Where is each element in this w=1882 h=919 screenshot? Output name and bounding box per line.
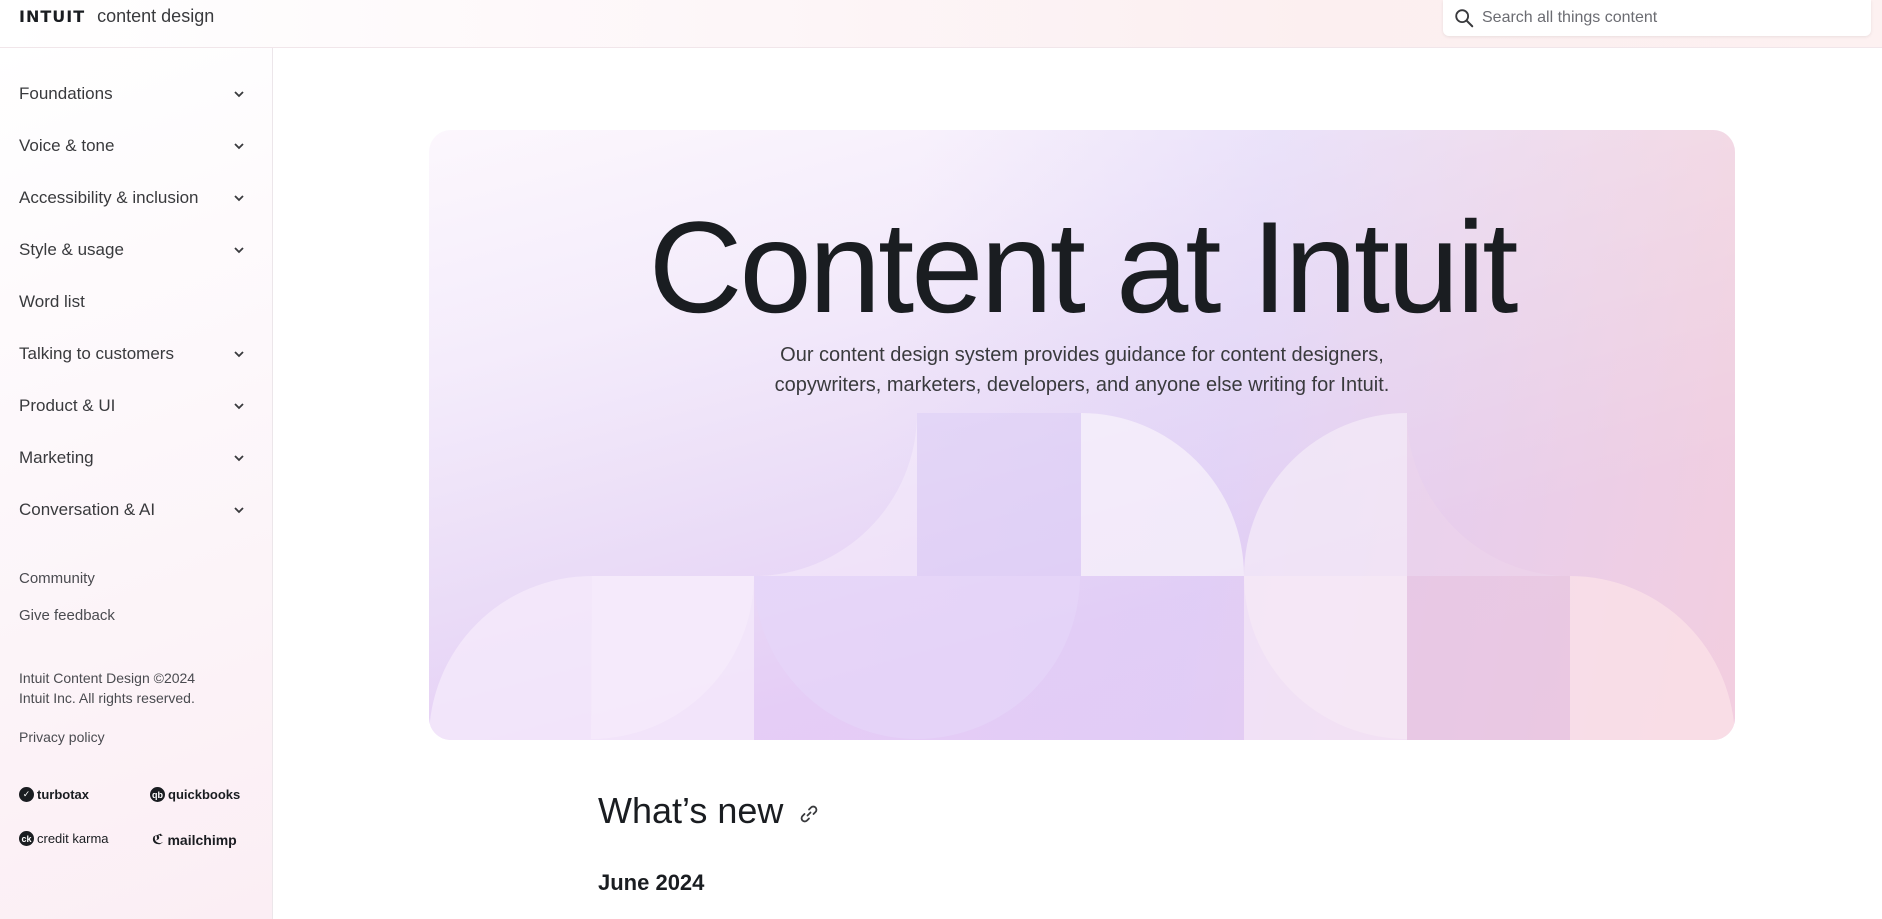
sidebar-item-talking-to-customers[interactable]: Talking to customers: [0, 328, 273, 380]
chevron-down-icon[interactable]: [232, 139, 246, 153]
hero-title: Content at Intuit: [648, 194, 1519, 340]
section-title: What’s new: [598, 790, 784, 831]
turbotax-logo[interactable]: ✓ turbotax: [19, 787, 89, 802]
sidebar-item-conversation-ai[interactable]: Conversation & AI: [0, 484, 273, 536]
chevron-down-icon[interactable]: [232, 191, 246, 205]
sidebar-links: Community Give feedback: [19, 570, 115, 644]
copyright-line-2: Intuit Inc. All rights reserved.: [19, 690, 195, 706]
mailchimp-logo[interactable]: ℭ mailchimp: [152, 831, 237, 848]
search-input[interactable]: [1482, 9, 1862, 27]
whats-new-heading: What’s new: [598, 790, 819, 832]
copyright: Intuit Content Design ©2024 Intuit Inc. …: [19, 668, 195, 708]
credit-karma-icon: ck: [19, 831, 34, 846]
sidebar-item-label: Voice & tone: [19, 136, 115, 155]
chevron-down-icon[interactable]: [232, 399, 246, 413]
sidebar-item-label: Talking to customers: [19, 344, 174, 363]
chevron-down-icon[interactable]: [232, 243, 246, 257]
search-icon: [1455, 9, 1474, 28]
top-bar: INTUIT content design: [0, 0, 1882, 48]
mailchimp-label: mailchimp: [167, 831, 237, 848]
brand[interactable]: INTUIT content design: [19, 6, 214, 27]
sidebar-item-product-ui[interactable]: Product & UI: [0, 380, 273, 432]
sidebar-item-marketing[interactable]: Marketing: [0, 432, 273, 484]
sidebar-item-label: Marketing: [19, 448, 94, 467]
sidebar-item-label: Style & usage: [19, 240, 124, 259]
sidebar-nav: Foundations Voice & tone Accessibility &…: [0, 68, 273, 536]
chevron-down-icon[interactable]: [232, 347, 246, 361]
credit-karma-label: credit karma: [37, 831, 109, 846]
site-subtitle[interactable]: content design: [97, 6, 214, 27]
community-link[interactable]: Community: [19, 570, 115, 607]
intuit-logo[interactable]: INTUIT: [19, 7, 85, 26]
give-feedback-link[interactable]: Give feedback: [19, 607, 115, 644]
sidebar-item-foundations[interactable]: Foundations: [0, 68, 273, 120]
sidebar-item-voice-tone[interactable]: Voice & tone: [0, 120, 273, 172]
chevron-down-icon[interactable]: [232, 87, 246, 101]
sidebar-item-label: Word list: [19, 292, 85, 311]
sidebar-item-label: Conversation & AI: [19, 500, 156, 519]
link-icon[interactable]: [799, 804, 819, 824]
copyright-line-1: Intuit Content Design ©2024: [19, 670, 196, 686]
turbotax-icon: ✓: [19, 787, 34, 802]
month-heading: June 2024: [598, 870, 705, 895]
hero-banner: Content at Intuit Our content design sys…: [429, 130, 1735, 740]
quickbooks-icon: qb: [150, 787, 165, 802]
search-box[interactable]: [1443, 0, 1871, 36]
quickbooks-label: quickbooks: [168, 787, 241, 802]
chevron-down-icon[interactable]: [232, 451, 246, 465]
sidebar-item-word-list[interactable]: Word list: [0, 276, 273, 328]
sidebar-item-label: Foundations: [19, 84, 113, 103]
sidebar-item-style-usage[interactable]: Style & usage: [0, 224, 273, 276]
hero-description: Our content design system provides guida…: [774, 344, 1390, 396]
quickbooks-logo[interactable]: qb quickbooks: [150, 787, 240, 802]
sidebar: Foundations Voice & tone Accessibility &…: [0, 48, 273, 919]
credit-karma-logo[interactable]: ck credit karma: [19, 831, 109, 846]
mailchimp-icon: ℭ: [152, 831, 164, 847]
sidebar-item-accessibility[interactable]: Accessibility & inclusion: [0, 172, 273, 224]
privacy-policy-link[interactable]: Privacy policy: [19, 729, 105, 745]
chevron-down-icon[interactable]: [232, 503, 246, 517]
sidebar-item-label: Product & UI: [19, 396, 116, 415]
sidebar-item-label: Accessibility & inclusion: [19, 188, 199, 207]
turbotax-label: turbotax: [37, 787, 89, 802]
